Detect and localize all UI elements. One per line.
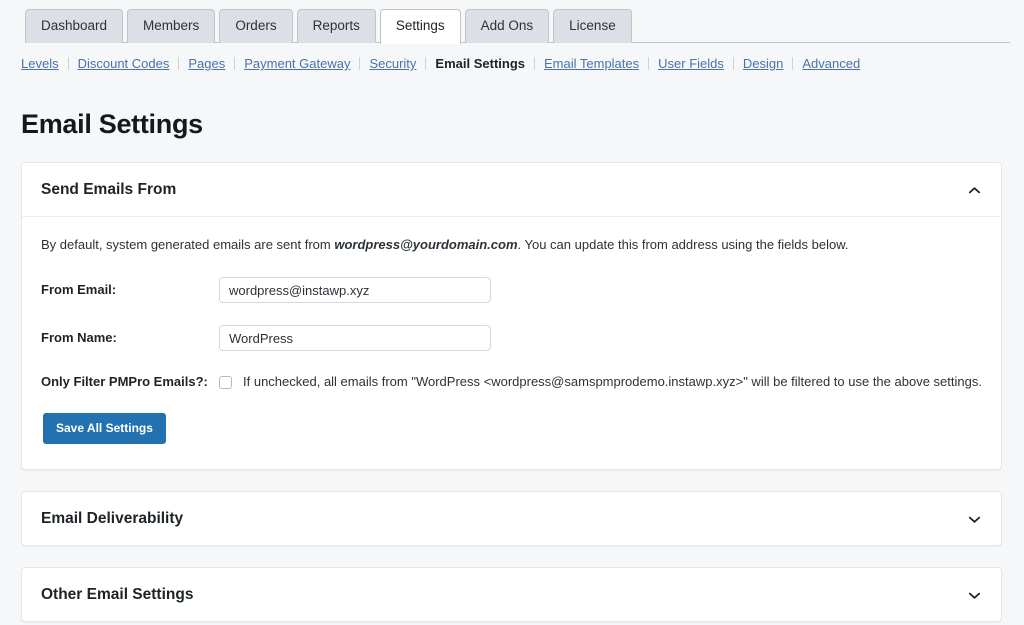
tab-add-ons[interactable]: Add Ons <box>464 9 550 43</box>
tab-settings[interactable]: Settings <box>379 9 461 44</box>
panel-send-emails-from-title: Send Emails From <box>41 181 177 198</box>
subnav-item-levels[interactable]: Levels <box>21 55 68 72</box>
from-email-label: From Email: <box>41 282 117 297</box>
panel-email-deliverability-title: Email Deliverability <box>41 510 184 527</box>
subnav-item-email-templates[interactable]: Email Templates <box>535 55 648 72</box>
tab-reports[interactable]: Reports <box>296 9 376 43</box>
from-name-label: From Name: <box>41 330 117 345</box>
tab-members[interactable]: Members <box>127 9 216 43</box>
subnav-item-discount-codes[interactable]: Discount Codes <box>69 55 179 72</box>
chevron-up-icon[interactable] <box>967 183 982 198</box>
subnav-item-payment-gateway[interactable]: Payment Gateway <box>235 55 359 72</box>
panel-other-email-settings-title: Other Email Settings <box>41 586 194 603</box>
primary-tab-bar: Dashboard Members Orders Reports Setting… <box>0 0 1024 44</box>
panel-send-emails-from: Send Emails From By default, system gene… <box>21 162 1002 470</box>
settings-subnav: Levels Discount Codes Pages Payment Gate… <box>0 43 1024 72</box>
description-text-before: By default, system generated emails are … <box>41 237 335 252</box>
default-from-email: wordpress@yourdomain.com <box>334 237 518 252</box>
tab-license[interactable]: License <box>553 9 632 43</box>
only-filter-pmpro-emails-description: If unchecked, all emails from "WordPress… <box>243 374 982 389</box>
panel-other-email-settings: Other Email Settings <box>21 567 1002 622</box>
subnav-item-email-settings: Email Settings <box>435 56 525 71</box>
save-all-settings-button[interactable]: Save All Settings <box>43 413 166 444</box>
panel-other-email-settings-header[interactable]: Other Email Settings <box>22 568 1001 621</box>
from-name-row: From Name: <box>41 325 982 351</box>
only-filter-pmpro-emails-checkbox[interactable] <box>219 375 232 389</box>
from-email-row: From Email: <box>41 277 982 303</box>
panel-email-deliverability: Email Deliverability <box>21 491 1002 546</box>
from-name-input[interactable] <box>219 325 491 351</box>
only-filter-pmpro-emails-control: If unchecked, all emails from "WordPress… <box>219 373 982 391</box>
tab-orders[interactable]: Orders <box>219 9 293 43</box>
subnav-item-pages[interactable]: Pages <box>179 55 234 72</box>
subnav-item-advanced[interactable]: Advanced <box>793 55 869 72</box>
subnav-item-design[interactable]: Design <box>734 55 792 72</box>
only-filter-pmpro-emails-row: Only Filter PMPro Emails?: If unchecked,… <box>41 373 982 391</box>
subnav-item-security[interactable]: Security <box>360 55 425 72</box>
panel-send-emails-from-header[interactable]: Send Emails From <box>22 163 1001 217</box>
tab-dashboard[interactable]: Dashboard <box>25 9 124 43</box>
only-filter-pmpro-emails-label: Only Filter PMPro Emails?: <box>41 374 208 389</box>
chevron-down-icon[interactable] <box>967 512 982 527</box>
send-emails-from-description: By default, system generated emails are … <box>41 236 982 254</box>
panel-send-emails-from-body: By default, system generated emails are … <box>22 217 1001 469</box>
page-title: Email Settings <box>21 109 203 139</box>
description-text-after: . You can update this from address using… <box>517 237 849 252</box>
chevron-down-icon[interactable] <box>967 588 982 603</box>
subnav-item-user-fields[interactable]: User Fields <box>649 55 733 72</box>
from-email-input[interactable] <box>219 277 491 303</box>
settings-panels: Send Emails From By default, system gene… <box>0 162 1024 622</box>
panel-email-deliverability-header[interactable]: Email Deliverability <box>22 492 1001 545</box>
